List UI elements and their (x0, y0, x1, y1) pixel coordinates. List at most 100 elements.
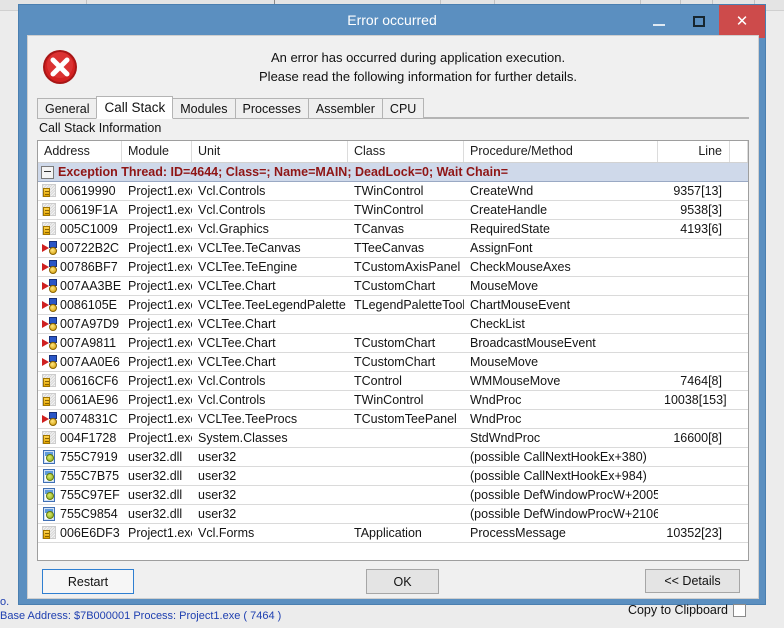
table-row[interactable]: 005C1009 Project1.exe Vcl.Graphics TCanvas R… (38, 220, 748, 239)
cell-address: 004F1728 (38, 431, 122, 445)
table-row[interactable]: 00786BF7 Project1.exe VCLTee.TeEngine TCust… (38, 258, 748, 277)
cell-class: TLegendPaletteTool (348, 298, 464, 312)
cell-text: 9357[13] (673, 184, 722, 198)
table-row[interactable]: 0061AE96 Project1.exe Vcl.Controls TWinCont… (38, 391, 748, 410)
cell-address: 755C7B75 (38, 469, 122, 483)
cell-text: Project1.exe (128, 222, 192, 236)
cell-unit: Vcl.Controls (192, 374, 348, 388)
tab-cpu[interactable]: CPU (381, 98, 425, 118)
column-header-unit[interactable]: Unit (192, 141, 348, 162)
cell-text: Project1.exe (128, 431, 192, 445)
table-row[interactable]: 00722B2C Project1.exe VCLTee.TeCanvas TTeeC… (38, 239, 748, 258)
cell-class: TCanvas (348, 222, 464, 236)
table-row[interactable]: 0074831C Project1.exe VCLTee.TeeProcs TCust… (38, 410, 748, 429)
arrow-icon (42, 298, 58, 312)
cell-text: RequiredState (470, 222, 550, 236)
cell-text: 007A9811 (60, 336, 117, 350)
cell-text: user32.dll (128, 450, 183, 464)
tab-call-stack[interactable]: Call Stack (96, 96, 174, 119)
title-bar[interactable]: Error occurred ✕ (19, 5, 765, 38)
table-row[interactable]: 755C97EF user32.dll user32 (possible DefWin… (38, 486, 748, 505)
table-row[interactable]: 755C9854 user32.dll user32 (possible DefWin… (38, 505, 748, 524)
cell-text: Project1.exe (128, 374, 192, 388)
table-row[interactable]: 00619990 Project1.exe Vcl.Controls TWinCont… (38, 182, 748, 201)
cell-method: RequiredState (464, 222, 658, 236)
cell-method: (possible CallNextHookEx+984) (464, 469, 658, 483)
thread-group-header[interactable]: Exception Thread: ID=4644; Class=; Name=… (38, 163, 748, 182)
section-label: Call Stack Information (39, 121, 162, 135)
table-row[interactable]: 006E6DF3 Project1.exe Vcl.Forms TApplicatio… (38, 524, 748, 543)
table-row[interactable]: 00616CF6 Project1.exe Vcl.Controls TControl… (38, 372, 748, 391)
table-row[interactable]: 007A9811 Project1.exe VCLTee.Chart TCustomC… (38, 334, 748, 353)
stack-icon (42, 222, 58, 236)
table-row[interactable]: 007A97D9 Project1.exe VCLTee.Chart CheckLis… (38, 315, 748, 334)
cell-class: TCustomChart (348, 279, 464, 293)
table-row[interactable]: 007AA3BE Project1.exe VCLTee.Chart TCustomC… (38, 277, 748, 296)
details-button[interactable]: << Details (645, 569, 740, 593)
cell-address: 0074831C (38, 412, 122, 426)
cell-text: (possible CallNextHookEx+984) (470, 469, 647, 483)
tab-strip: General Call Stack Modules Processes Assembl… (37, 96, 749, 119)
cell-text: Project1.exe (128, 412, 192, 426)
column-header-address[interactable]: Address (38, 141, 122, 162)
tab-label: Call Stack (104, 100, 166, 115)
cell-text: 0061AE96 (60, 393, 119, 407)
grid-header-row[interactable]: Address Module Unit Class Procedure/Method Li… (38, 141, 748, 163)
column-header-procedure-method[interactable]: Procedure/Method (464, 141, 658, 162)
column-header-module[interactable]: Module (122, 141, 192, 162)
stack-icon (42, 374, 58, 388)
maximize-icon (693, 16, 705, 27)
close-button[interactable]: ✕ (719, 5, 765, 38)
cell-text: Project1.exe (128, 526, 192, 540)
cell-text: VCLTee.Chart (198, 317, 276, 331)
tab-label: Modules (180, 102, 228, 116)
restart-button[interactable]: Restart (42, 569, 134, 594)
cell-text: 16600[8] (673, 431, 722, 445)
cell-module: Project1.exe (122, 526, 192, 540)
cell-text: 755C97EF (60, 488, 120, 502)
cell-text: TLegendPaletteTool (354, 298, 464, 312)
tab-assembler[interactable]: Assembler (307, 98, 383, 118)
cell-address: 755C9854 (38, 507, 122, 521)
tab-processes[interactable]: Processes (234, 98, 309, 118)
cell-text: 00786BF7 (60, 260, 118, 274)
minimize-button[interactable] (639, 5, 679, 38)
cell-module: Project1.exe (122, 412, 192, 426)
cell-method: ProcessMessage (464, 526, 658, 540)
cell-text: Project1.exe (128, 355, 192, 369)
collapse-icon[interactable] (41, 165, 54, 179)
copy-to-clipboard-checkbox[interactable] (733, 603, 746, 617)
cell-address: 00786BF7 (38, 260, 122, 274)
cell-line: 16600[8] (658, 431, 730, 445)
cell-text: TCustomTeePanel (354, 412, 457, 426)
cell-unit: VCLTee.Chart (192, 336, 348, 350)
minimize-icon (653, 23, 665, 26)
dialog-client-area: An error has occurred during application… (27, 35, 759, 617)
table-row[interactable]: 755C7919 user32.dll user32 (possible CallNe… (38, 448, 748, 467)
column-header-blank[interactable] (730, 141, 748, 162)
cell-line: 10038[153] (658, 393, 730, 407)
cell-text: user32 (198, 488, 237, 502)
cell-text: VCLTee.Chart (198, 355, 276, 369)
cell-method: WndProc (464, 393, 658, 407)
table-row[interactable]: 00619F1A Project1.exe Vcl.Controls TWinCont… (38, 201, 748, 220)
tab-general[interactable]: General (37, 98, 98, 118)
ok-button[interactable]: OK (366, 569, 439, 594)
column-header-label: Address (44, 144, 90, 158)
cell-line: 10352[23] (658, 526, 730, 540)
column-header-line[interactable]: Line (658, 141, 730, 162)
table-row[interactable]: 007AA0E6 Project1.exe VCLTee.Chart TCustomC… (38, 353, 748, 372)
table-row[interactable]: 004F1728 Project1.exe System.Classes StdWnd… (38, 429, 748, 448)
cell-address: 007A97D9 (38, 317, 122, 331)
screen: o. Base Address: $7B000001 Process: Proj… (0, 0, 784, 628)
cell-text: AssignFont (470, 241, 533, 255)
maximize-button[interactable] (679, 5, 719, 38)
copy-to-clipboard-row[interactable]: Copy to Clipboard (628, 603, 746, 617)
table-row[interactable]: 0086105E Project1.exe VCLTee.TeeLegendPale… (38, 296, 748, 315)
call-stack-grid[interactable]: Address Module Unit Class Procedure/Method Li… (37, 140, 749, 561)
column-header-class[interactable]: Class (348, 141, 464, 162)
cell-address: 006E6DF3 (38, 526, 122, 540)
tab-modules[interactable]: Modules (172, 98, 236, 118)
table-row[interactable]: 755C7B75 user32.dll user32 (possible CallNe… (38, 467, 748, 486)
cell-text: 00722B2C (60, 241, 120, 255)
